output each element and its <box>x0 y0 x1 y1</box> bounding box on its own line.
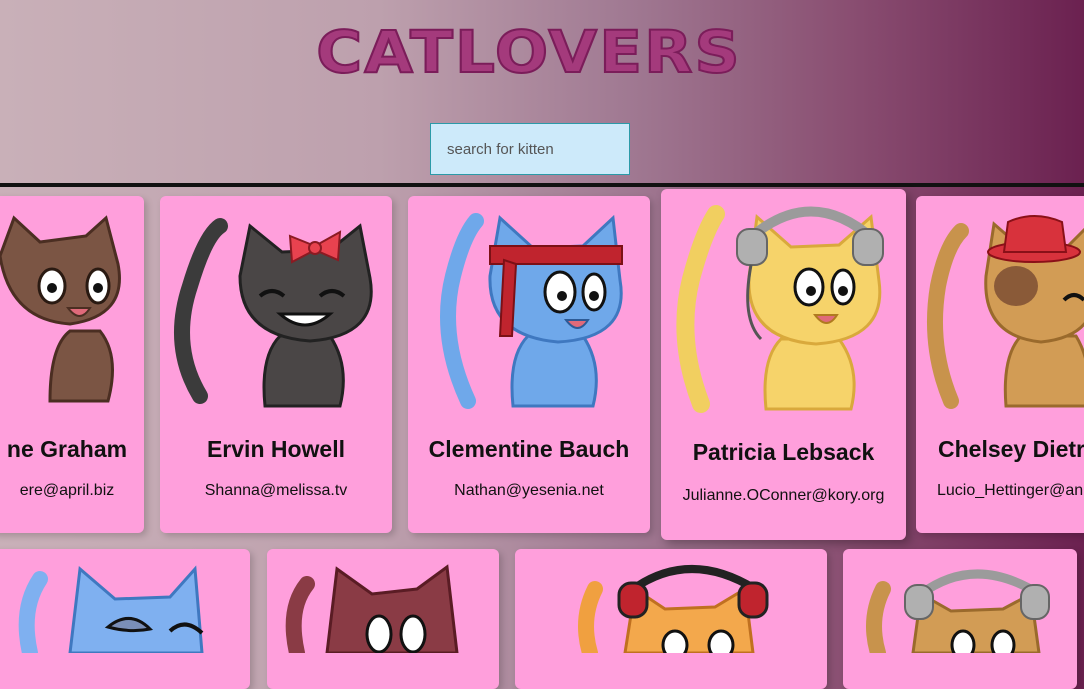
cat-card[interactable]: Chelsey Dietr Lucio_Hettinger@an <box>916 196 1084 533</box>
cat-email: Lucio_Hettinger@an <box>937 482 1084 499</box>
cat-email: Nathan@yesenia.net <box>454 482 604 499</box>
cat-name: Clementine Bauch <box>428 436 630 462</box>
cat-card[interactable] <box>843 549 1077 689</box>
divider <box>0 183 1084 187</box>
cat-name: Patricia Lebsack <box>692 439 875 465</box>
black-cat-with-bow-icon <box>174 218 373 408</box>
cat-card[interactable]: Patricia Lebsack Julianne.OConner@kory.o… <box>661 189 906 540</box>
cat-card[interactable] <box>267 549 499 689</box>
cat-name: Chelsey Dietr <box>938 436 1084 462</box>
cat-email: Julianne.OConner@kory.org <box>682 487 885 504</box>
cat-card[interactable] <box>0 549 250 689</box>
cat-card[interactable] <box>515 549 827 689</box>
header: CATLOVERS <box>0 0 1084 184</box>
yellow-cat-with-headphones-icon <box>676 205 884 413</box>
blue-cat-with-headband-icon <box>440 213 623 409</box>
maroon-cat-icon <box>285 564 459 653</box>
cat-name: ne Graham <box>6 436 128 462</box>
cat-card[interactable]: Clementine Bauch Nathan@yesenia.net <box>408 196 650 533</box>
blue-cat-icon <box>18 565 204 653</box>
tan-cat-with-headphones-icon <box>866 569 1050 653</box>
search-input[interactable] <box>430 123 630 175</box>
brown-cat-icon <box>0 215 121 403</box>
cat-email: Shanna@melissa.tv <box>204 482 348 499</box>
cat-card[interactable]: Ervin Howell Shanna@melissa.tv <box>160 196 392 533</box>
cat-name: Ervin Howell <box>206 436 346 462</box>
tan-cat-with-hat-icon <box>927 215 1084 409</box>
page-title: CATLOVERS <box>315 17 742 87</box>
cat-card[interactable]: ne Graham ere@april.biz <box>0 196 144 533</box>
orange-cat-with-headphones-icon <box>578 565 769 653</box>
cat-email: ere@april.biz <box>19 482 115 499</box>
